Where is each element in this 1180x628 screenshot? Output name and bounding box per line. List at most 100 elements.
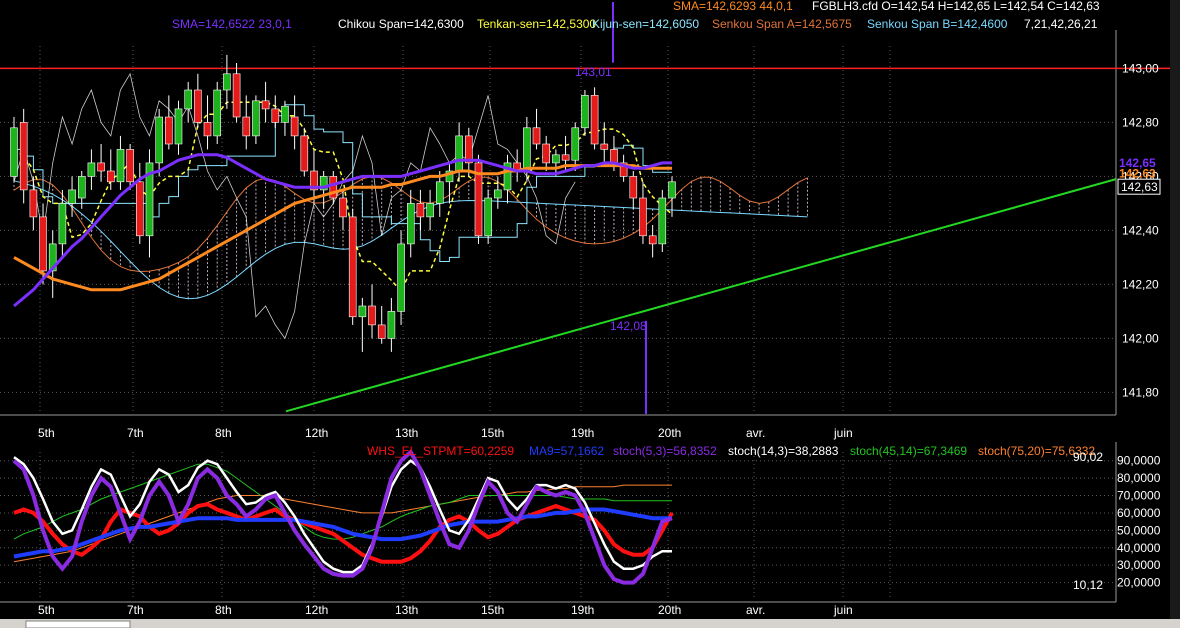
time-tick-label: 19th <box>571 426 594 440</box>
time-tick-label: 12th <box>305 426 328 440</box>
time-tick-label: 13th <box>395 426 418 440</box>
time-tick-label: 15th <box>481 426 504 440</box>
time-tick-label: 5th <box>38 426 55 440</box>
time-tick-label: juin <box>833 426 853 440</box>
bullish-candle <box>10 127 18 177</box>
osc-max-label: 90,02 <box>1073 450 1103 464</box>
bullish-candle <box>571 127 580 161</box>
bullish-candle <box>387 311 396 339</box>
low-annotation: 142,08 <box>610 319 647 333</box>
bullish-candle <box>281 105 289 123</box>
osc-time-tick-label: 20th <box>658 603 681 617</box>
bullish-candle <box>668 181 676 199</box>
osc-tick-label: 80,0000 <box>1117 471 1161 485</box>
time-tick-label: 7th <box>127 426 144 440</box>
price-tick-label: 142,80 <box>1122 115 1159 129</box>
time-tick-label: avr. <box>746 426 765 440</box>
osc-time-tick-label: 13th <box>395 603 418 617</box>
bearish-candle <box>203 122 212 137</box>
header-params: 7,21,42,26,21 <box>1024 17 1098 31</box>
bullish-candle <box>455 135 463 172</box>
osc-tick-label: 40,0000 <box>1117 541 1161 555</box>
osc-min-label: 10,12 <box>1073 578 1103 592</box>
bearish-candle <box>232 73 241 118</box>
osc-time-tick-label: 15th <box>481 603 504 617</box>
time-tick-label: 20th <box>658 426 681 440</box>
header-tenkan: Tenkan-sen=142,5300 <box>477 17 596 31</box>
status-bar-tab <box>25 620 131 628</box>
bearish-candle <box>97 162 105 172</box>
header-kijun: Kijun-sen=142,6050 <box>592 17 699 31</box>
header-senkou-a: Senkou Span A=142,5675 <box>712 17 852 31</box>
current-price-badge: 142,63 <box>1121 180 1158 194</box>
status-bar <box>0 619 1180 628</box>
chart-canvas: SMA=142,6293 44,0,1 FGBLH3.cfd O=142,54 … <box>0 0 1180 628</box>
bullish-candle <box>658 197 667 245</box>
bearish-candle <box>377 324 386 339</box>
price-tick-label: 141,80 <box>1122 385 1159 399</box>
osc-time-tick-label: 8th <box>215 603 232 617</box>
osc-tick-label: 70,0000 <box>1117 489 1161 503</box>
bullish-candle <box>358 305 367 318</box>
bearish-candle <box>290 116 299 137</box>
bullish-candle <box>426 203 434 218</box>
high-annotation: 143,01 <box>575 65 612 79</box>
bearish-candle <box>136 181 144 237</box>
bearish-candle <box>610 149 618 164</box>
osc-header-stoch4514: stoch(45,14)=67,3469 <box>850 444 967 458</box>
bearish-candle <box>648 235 657 245</box>
price-tick-label: 143,00 <box>1122 61 1159 75</box>
osc-tick-label: 50,0000 <box>1117 523 1161 537</box>
bullish-candle <box>174 108 183 145</box>
bearish-candle <box>300 135 309 172</box>
bearish-candle <box>165 116 173 145</box>
header-sma44: SMA=142,6293 44,0,1 <box>673 0 793 13</box>
osc-tick-label: 20,0000 <box>1117 576 1161 590</box>
osc-time-tick-label: 12th <box>305 603 328 617</box>
chart-window: SMA=142,6293 44,0,1 FGBLH3.cfd O=142,54 … <box>0 0 1180 628</box>
bullish-candle <box>87 162 96 177</box>
bearish-candle <box>532 127 541 145</box>
bullish-candle <box>58 203 67 245</box>
bullish-candle <box>406 203 415 245</box>
header-sma23: SMA=142,6522 23,0,1 <box>172 17 292 31</box>
bullish-candle <box>397 243 405 312</box>
bearish-candle <box>242 116 251 137</box>
bearish-candle <box>348 216 357 318</box>
bearish-candle <box>194 89 202 123</box>
bearish-candle <box>600 143 609 150</box>
bearish-candle <box>261 100 270 110</box>
price-tick-label: 142,00 <box>1122 331 1159 345</box>
osc-time-tick-label: 19th <box>571 603 594 617</box>
bullish-candle <box>484 197 493 237</box>
bearish-candle <box>542 143 551 164</box>
chart-background <box>0 0 1180 628</box>
bullish-candle <box>116 149 125 183</box>
price-tick-label: 142,20 <box>1122 277 1159 291</box>
osc-header-ma9: MA9=57,1662 <box>529 444 604 458</box>
osc-time-tick-label: 7th <box>127 603 144 617</box>
bullish-candle <box>523 127 531 172</box>
bullish-candle <box>213 89 221 137</box>
bearish-candle <box>126 149 134 183</box>
bullish-candle <box>552 154 560 164</box>
header-senkou-b: Senkou Span B=142,4600 <box>867 17 1008 31</box>
bearish-candle <box>29 189 38 218</box>
time-tick-label: 8th <box>215 426 232 440</box>
sma44-price-badge: 142,63 <box>1119 167 1156 181</box>
bearish-candle <box>368 305 376 326</box>
osc-tick-label: 90,0000 <box>1117 454 1161 468</box>
bearish-candle <box>19 122 28 191</box>
bearish-candle <box>416 203 425 218</box>
osc-tick-label: 60,0000 <box>1117 506 1161 520</box>
bearish-candle <box>339 197 347 218</box>
header-ohlc: FGBLH3.cfd O=142,54 H=142,65 L=142,54 C=… <box>812 0 1100 13</box>
bearish-candle <box>561 154 570 161</box>
osc-header-stoch53: stoch(5,3)=56,8352 <box>613 444 717 458</box>
osc-header-whs: WHS_EL_STPMT=60,2259 <box>367 444 514 458</box>
bearish-candle <box>590 95 599 145</box>
bearish-candle <box>39 216 47 272</box>
osc-time-tick-label: avr. <box>746 603 765 617</box>
bullish-candle <box>184 89 192 110</box>
bullish-candle <box>493 189 502 199</box>
